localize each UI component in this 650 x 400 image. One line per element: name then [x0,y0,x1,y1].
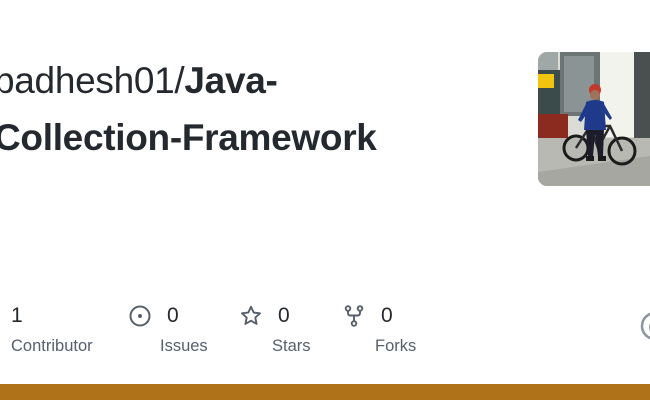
repo-title[interactable]: badhesh01/Java- Collection-Framework [0,52,514,166]
github-logo-icon [640,311,650,341]
issues-label: Issues [160,337,208,355]
language-color-bar [0,384,650,400]
contributors-count: 1 [11,304,23,327]
contributors-label: Contributor [11,337,93,355]
contributors-stat[interactable]: 1 Contributor [11,303,93,356]
stars-stat[interactable]: 0 Stars [239,303,311,356]
stars-label: Stars [272,337,311,355]
stars-count: 0 [278,304,290,327]
forks-stat[interactable]: 0 Forks [342,303,416,356]
forks-label: Forks [375,337,417,355]
repo-owner[interactable]: badhesh01/ [0,60,185,101]
issue-opened-icon [128,304,152,328]
owner-avatar[interactable] [538,52,650,186]
star-icon [239,304,263,328]
issues-count: 0 [167,304,179,327]
forks-count: 0 [381,304,393,327]
repo-forked-icon [342,304,366,328]
repo-name-continued[interactable]: Collection-Framework [0,117,377,158]
user-avatar-photo [538,52,650,186]
issues-stat[interactable]: 0 Issues [128,303,208,356]
repo-name[interactable]: Java- [184,60,277,101]
